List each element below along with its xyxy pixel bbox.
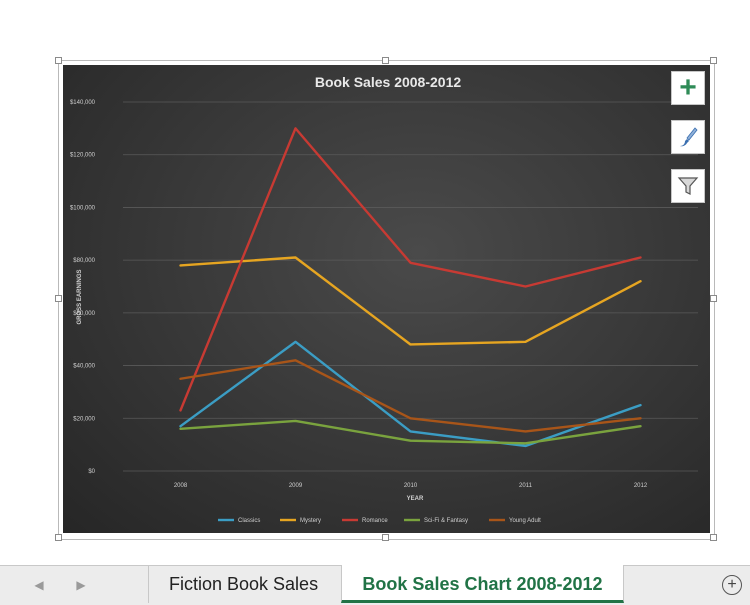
y-tick-label: $80,000 — [73, 258, 95, 264]
prev-sheet-icon[interactable]: ◀ — [32, 578, 46, 592]
series-line[interactable] — [179, 359, 642, 433]
y-tick-label: $20,000 — [73, 416, 95, 422]
resize-handle-top[interactable] — [382, 57, 389, 64]
legend-label: Sci-Fi & Fantasy — [424, 518, 468, 524]
chart-area[interactable]: Book Sales 2008-2012 $0 $20,000 $40,000 $60… — [63, 65, 710, 533]
resize-handle-right[interactable] — [710, 295, 717, 302]
chart-styles-button[interactable] — [671, 120, 705, 154]
series-line[interactable] — [179, 340, 642, 448]
resize-handle-bottom-right[interactable] — [710, 534, 717, 541]
chart-legend[interactable]: Classics Mystery Romance Sci-Fi & Fantasy Yo… — [218, 518, 541, 524]
y-axis-title[interactable]: GROSS EARNINGS — [77, 269, 83, 324]
resize-handle-bottom-left[interactable] — [55, 534, 62, 541]
x-tick-label: 2008 — [174, 483, 188, 489]
y-tick-label: $0 — [88, 469, 95, 475]
legend-label: Romance — [362, 518, 388, 524]
filter-icon — [677, 177, 699, 195]
x-tick-label: 2010 — [404, 483, 418, 489]
next-sheet-icon[interactable]: ▶ — [74, 578, 88, 592]
legend-label: Mystery — [300, 518, 321, 524]
resize-handle-top-right[interactable] — [710, 57, 717, 64]
resize-handle-left[interactable] — [55, 295, 62, 302]
chart-filters-button[interactable] — [671, 169, 705, 203]
tab-fiction-book-sales[interactable]: Fiction Book Sales — [148, 565, 342, 603]
x-tick-label: 2011 — [519, 483, 533, 489]
chart-elements-button[interactable]: + — [671, 71, 705, 105]
x-tick-label: 2012 — [634, 483, 648, 489]
add-sheet-icon[interactable]: + — [722, 575, 742, 595]
legend-label: Classics — [238, 518, 260, 524]
x-axis-title[interactable]: YEAR — [407, 496, 424, 502]
x-axis-tick-labels: 2008 2009 2010 2011 2012 — [174, 483, 648, 489]
add-sheet-glyph: + — [727, 576, 737, 593]
resize-handle-bottom[interactable] — [382, 534, 389, 541]
y-tick-label: $140,000 — [70, 100, 96, 106]
line-chart: Book Sales 2008-2012 $0$20,000$40,000$60… — [70, 74, 698, 524]
tab-book-sales-chart[interactable]: Book Sales Chart 2008-2012 — [341, 565, 624, 603]
series-line[interactable] — [179, 256, 642, 346]
x-tick-label: 2009 — [289, 483, 303, 489]
y-tick-label: $120,000 — [70, 153, 96, 159]
paintbrush-icon — [680, 127, 698, 147]
worksheet-area: Book Sales 2008-2012 $0 $20,000 $40,000 $60… — [0, 0, 750, 565]
plus-icon: + — [679, 71, 697, 104]
y-tick-label: $100,000 — [70, 205, 96, 211]
chart-title[interactable]: Book Sales 2008-2012 — [315, 74, 462, 90]
y-tick-label: $40,000 — [73, 364, 95, 370]
series-lines — [179, 127, 642, 448]
resize-handle-top-left[interactable] — [55, 57, 62, 64]
sheet-tab-bar: ◀ ▶ Fiction Book Sales Book Sales Chart … — [0, 565, 750, 605]
legend-label: Young Adult — [509, 518, 541, 524]
